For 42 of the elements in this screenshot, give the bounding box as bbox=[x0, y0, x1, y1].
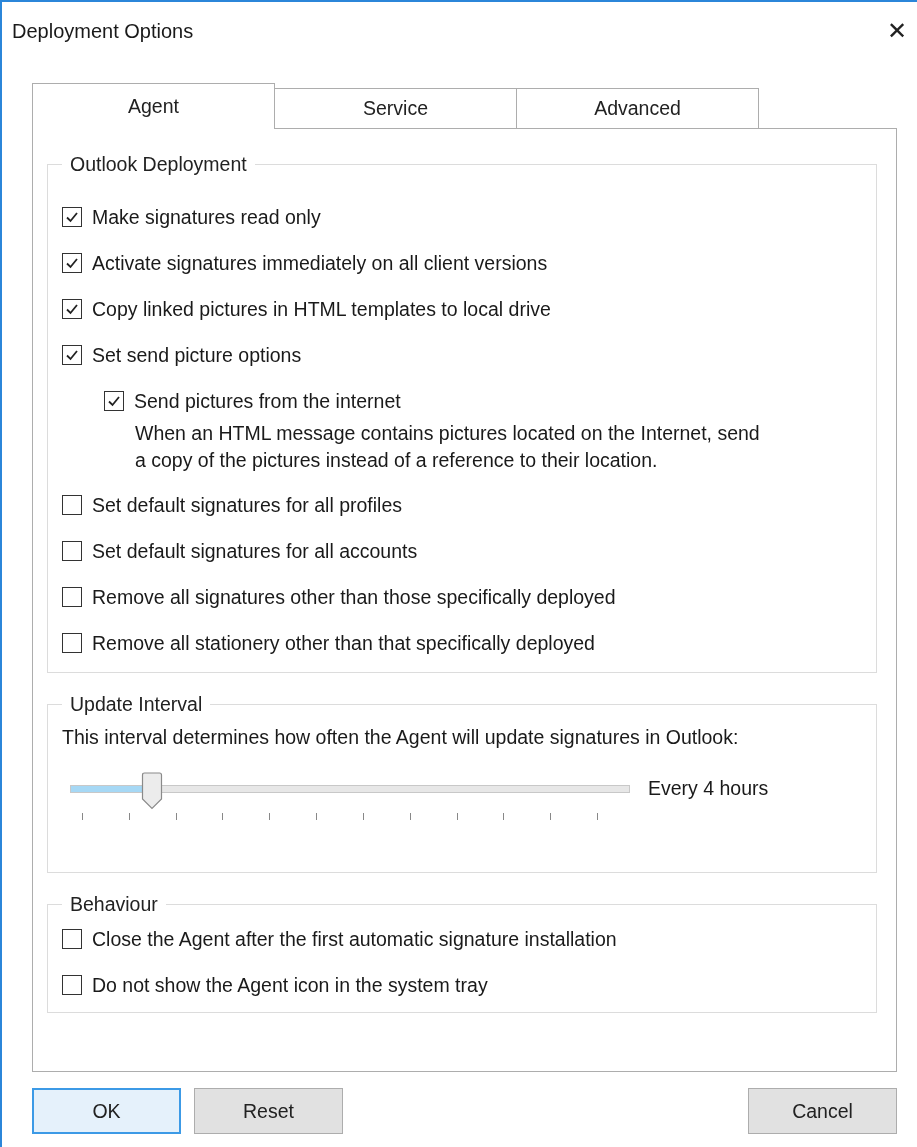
close-button[interactable]: ✕ bbox=[882, 17, 911, 45]
tab[interactable]: Advanced bbox=[516, 88, 759, 128]
checkbox-option[interactable]: Remove all signatures other than those specifically deployed bbox=[62, 574, 862, 620]
dialog-button[interactable]: Cancel bbox=[748, 1088, 897, 1134]
tab[interactable]: Agent bbox=[32, 83, 275, 129]
checkmark-icon bbox=[65, 256, 79, 270]
checkbox[interactable] bbox=[104, 391, 124, 411]
checkmark-icon bbox=[65, 210, 79, 224]
group-title: Behaviour bbox=[69, 893, 159, 916]
checkbox-option[interactable]: Copy linked pictures in HTML templates to local drive bbox=[62, 286, 862, 332]
checkmark-icon bbox=[107, 394, 121, 408]
interval-description: This interval determines how often the Agent will update signatures in Outlook: bbox=[62, 726, 740, 749]
group-title: Outlook Deployment bbox=[69, 153, 248, 176]
checkbox-option[interactable]: Close the Agent after the first automatic signature installation bbox=[62, 916, 862, 962]
option-description: When an HTML message contains pictures located on the Internet, send a copy of the pictures instead of a reference to their location. bbox=[135, 421, 761, 473]
checkbox[interactable] bbox=[62, 587, 82, 607]
checkbox[interactable] bbox=[62, 633, 82, 653]
checkmark-icon bbox=[65, 302, 79, 316]
interval-slider[interactable] bbox=[70, 773, 630, 820]
checkbox-option[interactable]: Set send picture options bbox=[62, 332, 862, 378]
ok-button[interactable]: OK bbox=[32, 1088, 181, 1134]
slider-value: Every 4 hours bbox=[648, 777, 769, 800]
group-title: Update Interval bbox=[69, 693, 204, 716]
checkbox-option[interactable]: Activate signatures immediately on all client versions bbox=[62, 240, 862, 286]
checkbox[interactable] bbox=[62, 299, 82, 319]
checkbox-option[interactable]: Make signatures read only bbox=[62, 194, 862, 240]
checkbox[interactable] bbox=[62, 541, 82, 561]
checkbox[interactable] bbox=[62, 253, 82, 273]
window-title: Deployment Options bbox=[12, 19, 194, 43]
checkbox[interactable] bbox=[62, 929, 82, 949]
checkbox-option[interactable]: Do not show the Agent icon in the system tray bbox=[62, 962, 862, 1008]
checkmark-icon bbox=[65, 348, 79, 362]
checkbox-option[interactable]: Set default signatures for all accounts bbox=[62, 528, 862, 574]
checkbox[interactable] bbox=[62, 207, 82, 227]
checkbox[interactable] bbox=[62, 975, 82, 995]
slider-thumb[interactable] bbox=[140, 772, 163, 810]
checkbox-option[interactable]: Remove all stationery other than that specifically deployed bbox=[62, 620, 862, 666]
checkbox[interactable] bbox=[62, 495, 82, 515]
dialog-button[interactable]: Reset bbox=[194, 1088, 343, 1134]
checkbox[interactable] bbox=[62, 345, 82, 365]
checkbox-option[interactable]: Send pictures from the internet bbox=[104, 378, 862, 424]
checkbox-option[interactable]: Set default signatures for all profiles bbox=[62, 482, 862, 528]
